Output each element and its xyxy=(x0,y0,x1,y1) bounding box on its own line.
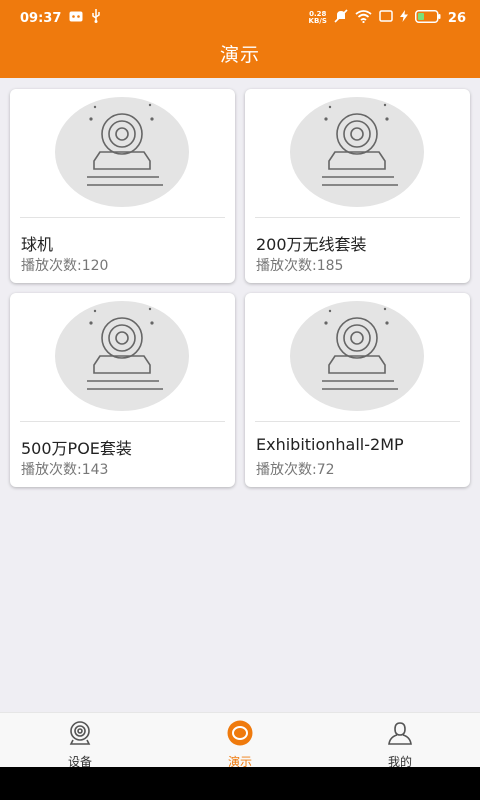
status-bar: 09:37 0.28 KB/S 26 xyxy=(0,0,480,36)
card-play-count: 播放次数:185 xyxy=(256,258,344,274)
camera-icon xyxy=(67,720,93,750)
usb-icon xyxy=(91,9,101,27)
demo-card[interactable]: 500万POE套装 播放次数:143 xyxy=(10,293,235,487)
net-speed: 0.28 KB/S xyxy=(308,10,327,25)
camera-placeholder-image xyxy=(290,301,424,411)
card-title: 200万无线套装 xyxy=(256,235,367,254)
card-divider xyxy=(255,421,460,422)
play-circle-icon xyxy=(227,720,253,750)
demo-card[interactable]: 200万无线套装 播放次数:185 xyxy=(245,89,470,283)
wifi-icon xyxy=(355,9,372,27)
card-title: 球机 xyxy=(21,235,54,254)
camera-placeholder-image xyxy=(55,301,189,411)
demo-grid: 球机 播放次数:120 200万无线套装 播放次数:185 500万POE套装 … xyxy=(10,89,470,487)
demo-card[interactable]: 球机 播放次数:120 xyxy=(10,89,235,283)
battery-level: 26 xyxy=(447,10,466,26)
demo-card[interactable]: Exhibitionhall-2MP 播放次数:72 xyxy=(245,293,470,487)
status-time: 09:37 xyxy=(20,10,62,26)
card-title: 500万POE套装 xyxy=(21,439,132,458)
sim-icon xyxy=(379,10,393,26)
user-icon xyxy=(387,720,413,750)
tab-demo[interactable]: 演示 xyxy=(160,713,320,769)
bottom-tab-bar: 设备 演示 我的 xyxy=(0,712,480,769)
camera-placeholder-image xyxy=(55,97,189,207)
card-divider xyxy=(20,421,225,422)
tab-me[interactable]: 我的 xyxy=(320,713,480,769)
charging-icon xyxy=(399,10,408,26)
card-divider xyxy=(20,217,225,218)
card-play-count: 播放次数:120 xyxy=(21,258,109,274)
camera-placeholder-image xyxy=(290,97,424,207)
card-play-count: 播放次数:72 xyxy=(256,462,335,478)
card-title: Exhibitionhall-2MP xyxy=(256,435,404,454)
battery-icon xyxy=(414,9,441,27)
card-play-count: 播放次数:143 xyxy=(21,462,109,478)
system-navigation-bar xyxy=(0,767,480,800)
mute-icon xyxy=(334,9,348,27)
app-header: 09:37 0.28 KB/S 26 演示 xyxy=(0,0,480,78)
notification-icon xyxy=(69,11,83,26)
card-divider xyxy=(255,217,460,218)
tab-devices[interactable]: 设备 xyxy=(0,713,160,769)
page-title: 演示 xyxy=(219,44,260,66)
